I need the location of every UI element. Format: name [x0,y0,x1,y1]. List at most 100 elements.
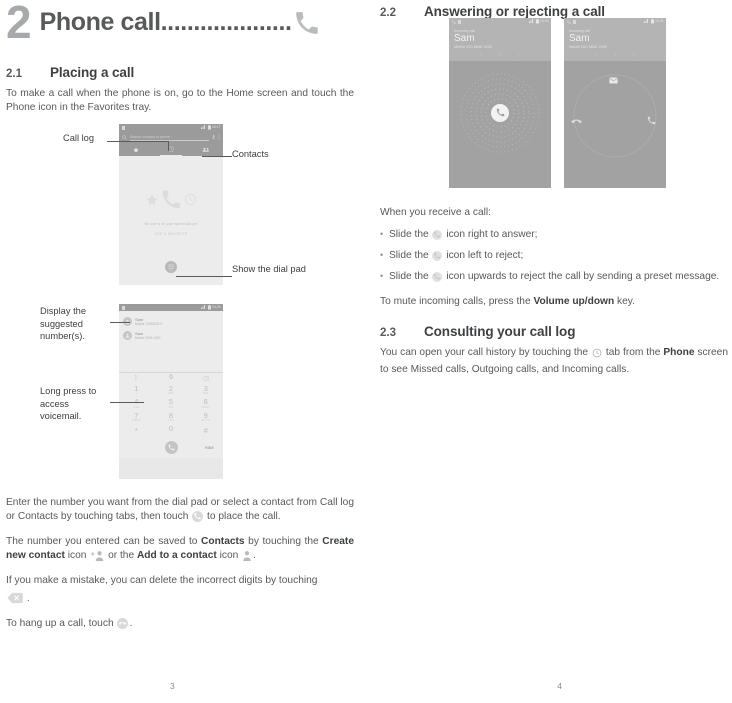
key-digit: 6 [203,397,208,406]
status-bar: 14:30 [449,18,551,25]
key-digit: 5 [168,397,174,406]
send-message-handle[interactable] [609,71,618,89]
section-2-3-heading: 2.3 Consulting your call log [380,324,728,339]
key-0[interactable]: 0 + [154,424,189,438]
para-text: You can open your call history by touchi… [380,347,592,358]
key-digit: 8 [168,410,174,420]
dialpad-icon [168,263,174,271]
battery-icon [207,125,211,130]
call-button[interactable] [164,441,178,454]
reject-call-handle[interactable] [571,113,582,131]
paragraph-delete-digits-icon-line: . [6,592,354,609]
battery-icon [650,19,654,24]
key-sublabel: JKL [168,405,174,409]
incoming-call-header: Incoming call Sam Mobile 020 8836 1598 [564,25,666,61]
key-3[interactable]: 3 DEF [188,383,223,397]
mute-microphone-icon [613,52,618,57]
key-hash[interactable]: # [188,424,223,438]
paragraph-hang-up: To hang up a call, touch . [6,617,354,634]
microphone-icon [211,134,215,140]
key-sublabel: GHI [133,405,140,409]
dialed-number-display: 0 [154,375,189,381]
paragraph-save-contact: The number you entered can be saved to C… [6,535,354,566]
callout-long-press-voicemail: Long press to access voicemail. [40,386,97,421]
list-item[interactable]: Sam Mobile 13916033 9 [119,314,223,328]
bullet-text: icon left to reject; [443,250,524,261]
dialed-digits: 0 [169,375,173,381]
key-2[interactable]: 2 ABC [154,383,189,397]
status-time: 14:30 [540,19,549,24]
empty-state-title: No one is on your speed dial yet [144,222,198,226]
caller-name: Sam [454,33,475,44]
phone-handset-icon [647,116,656,124]
hide-keypad-button[interactable]: HIDE [205,446,214,450]
key-digit: 7 [134,410,139,420]
keypad-status-bar: 14:24 [119,304,223,311]
contact-avatar-icon [125,333,130,338]
search-input[interactable]: Search contacts or phone... [130,133,209,141]
backspace-icon [202,375,210,381]
section-2-2-number: 2.2 [380,7,396,19]
callout-display-suggested: Display the suggested number(s). [40,306,86,341]
key-7[interactable]: 7 PQRS [119,410,154,424]
list-item[interactable]: Sam Mobile 3905 1530 [119,328,223,342]
contact-number: Mobile 13916033 9 [135,321,163,326]
status-bar: 14:31 [564,18,666,25]
clock-icon [592,348,602,363]
para-text: To hang up a call, touch [6,618,117,629]
reject-call-icon [432,251,443,266]
list-item-answer: Slide the icon right to answer; [380,227,728,245]
key-sublabel: TUV [167,419,175,422]
notification-icon [457,19,461,24]
section-2-3-number: 2.3 [380,327,396,339]
suggestion-list: Sam Mobile 13916033 9 Sam Mobile 3905 15… [119,311,223,372]
callout-contacts: Contacts [232,149,269,159]
tab-favorites[interactable] [119,143,154,156]
para-text: icon [64,550,90,561]
key-4[interactable]: 4GHI [119,397,154,411]
chapter-title: Phone call.................... [40,2,292,42]
key-sublabel: + [170,432,172,436]
key-sublabel: DEF [202,392,209,395]
callout-call-log: Call log [63,133,95,143]
key-digit: 9 [203,410,208,420]
phone-handset-icon [567,19,571,24]
signal-icon [201,125,205,130]
status-right-icons: 14:24 [201,305,221,310]
add-favorite-button[interactable]: ADD A FAVORITE [155,232,188,236]
key-5[interactable]: 5 JKL [154,397,189,411]
backspace-button[interactable] [188,375,223,381]
answer-call-handle[interactable] [647,112,656,130]
left-page-column: 2 Phone call.................... 2.1 Pla… [6,0,354,703]
call-button-icon [192,511,204,527]
key-1[interactable]: 1 ∞ [119,383,154,397]
key-8[interactable]: 8 TUV [154,410,189,424]
key-star[interactable]: * [119,424,154,438]
status-time: 10:17 [212,125,221,130]
in-call-actions [569,49,661,58]
overflow-menu-button[interactable] [119,375,154,381]
para-text: . [129,618,133,629]
search-placeholder: Search contacts or phone... [130,134,173,139]
key-6[interactable]: 6 MNO [188,397,223,411]
key-digit: # [203,425,208,435]
callout-show-dial-pad: Show the dial pad [232,264,306,274]
chapter-dot-leader: .................... [160,8,292,36]
tab-call-log[interactable] [154,143,189,157]
backspace-icon [7,592,23,609]
right-page-column: 2.2 Answering or rejecting a call 14:30 … [380,0,728,703]
para-bold-volume-key: Volume up/down [533,296,615,307]
section-2-2-title: Answering or rejecting a call [424,4,605,19]
key-9[interactable]: 9 WXYZ [188,410,223,424]
incoming-call-header: Incoming call Sam Mobile 020 8836 1598 [449,25,551,61]
dialpad-fab-button[interactable] [165,261,177,273]
paragraph-receive-call: When you receive a call: [380,207,491,218]
status-right-icons: 14:31 [644,19,664,24]
tab-contacts[interactable] [188,143,223,156]
dialpad-icon [517,52,521,58]
add-to-contact-icon [242,550,252,566]
status-left-icons [122,305,125,310]
page-number-left: 3 [170,681,175,691]
caller-name: Sam [569,33,590,44]
answer-call-handle[interactable] [491,103,509,122]
